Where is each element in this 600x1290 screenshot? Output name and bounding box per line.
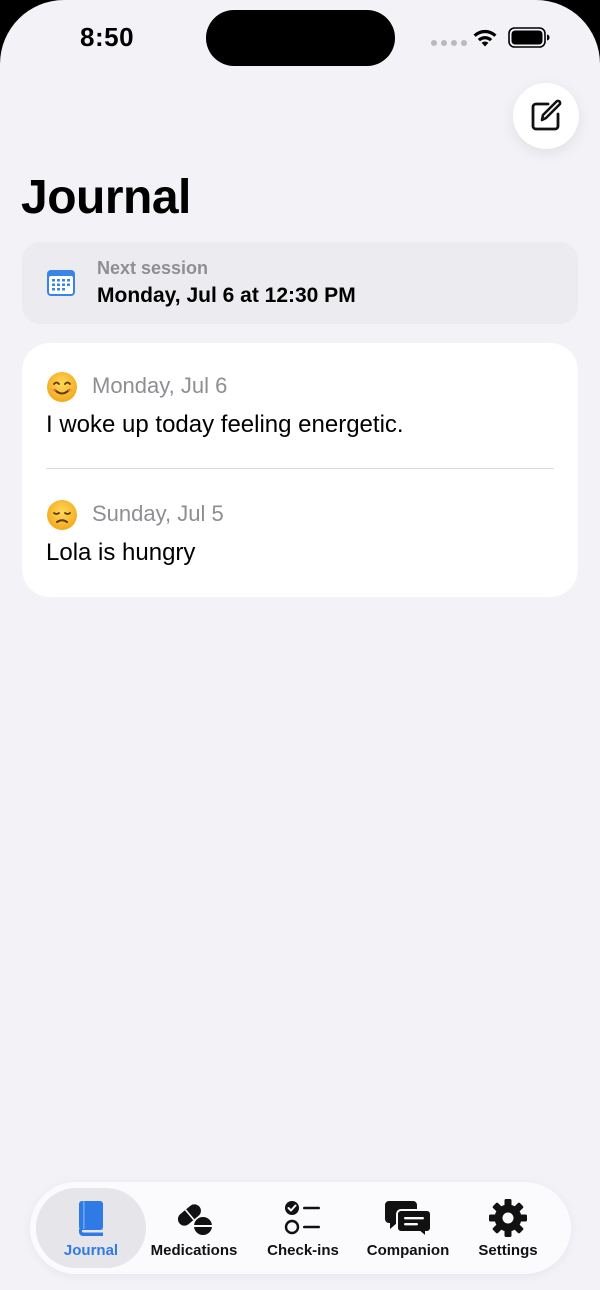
new-entry-button[interactable] bbox=[513, 83, 579, 149]
smiling-face-icon bbox=[47, 372, 77, 402]
next-session-label: Next session bbox=[97, 258, 209, 278]
next-session-datetime: Monday, Jul 6 at 12:30 PM bbox=[97, 284, 356, 307]
book-icon bbox=[79, 1201, 103, 1236]
tab-bar: Journal Medications Check-ins Companion … bbox=[30, 1182, 571, 1274]
checklist-icon bbox=[284, 1201, 320, 1235]
tab-label: Journal bbox=[63, 1242, 119, 1259]
page-title: Journal bbox=[21, 171, 191, 224]
tab-settings[interactable]: Settings bbox=[466, 1188, 550, 1268]
journal-entry[interactable]: Monday, Jul 6 I woke up today feeling en… bbox=[46, 371, 556, 441]
tab-companion[interactable]: Companion bbox=[360, 1188, 456, 1268]
square-and-pencil-icon bbox=[531, 99, 562, 131]
entry-text: Lola is hungry bbox=[46, 539, 196, 566]
status-time: 8:50 bbox=[80, 22, 135, 52]
wifi-icon bbox=[473, 29, 497, 47]
journal-entries-list: Monday, Jul 6 I woke up today feeling en… bbox=[22, 343, 578, 597]
disappointed-face-icon bbox=[47, 500, 77, 530]
dynamic-island bbox=[206, 10, 395, 66]
entry-divider bbox=[46, 468, 554, 469]
tab-label: Companion bbox=[366, 1242, 450, 1259]
chat-bubbles-icon bbox=[385, 1201, 432, 1238]
tab-medications[interactable]: Medications bbox=[144, 1188, 244, 1268]
tab-label: Check-ins bbox=[267, 1242, 339, 1259]
journal-entry[interactable]: Sunday, Jul 5 Lola is hungry bbox=[46, 499, 556, 569]
tab-journal[interactable]: Journal bbox=[36, 1188, 146, 1268]
calendar-icon bbox=[47, 270, 75, 296]
pills-icon bbox=[177, 1204, 212, 1235]
journal-screen: 8:50 Journal Next session Monday, Jul 6 … bbox=[0, 0, 600, 1290]
entry-date: Sunday, Jul 5 bbox=[92, 501, 224, 526]
next-session-card[interactable]: Next session Monday, Jul 6 at 12:30 PM bbox=[22, 242, 578, 324]
tab-check-ins[interactable]: Check-ins bbox=[252, 1188, 354, 1268]
tab-label: Medications bbox=[150, 1242, 238, 1259]
entry-text: I woke up today feeling energetic. bbox=[46, 411, 404, 438]
entry-date: Monday, Jul 6 bbox=[92, 373, 228, 398]
home-indicator-area bbox=[0, 1280, 600, 1290]
cellular-signal-icon bbox=[431, 40, 467, 46]
battery-icon bbox=[508, 27, 550, 48]
tab-label: Settings bbox=[478, 1242, 538, 1259]
gear-icon bbox=[489, 1199, 527, 1237]
